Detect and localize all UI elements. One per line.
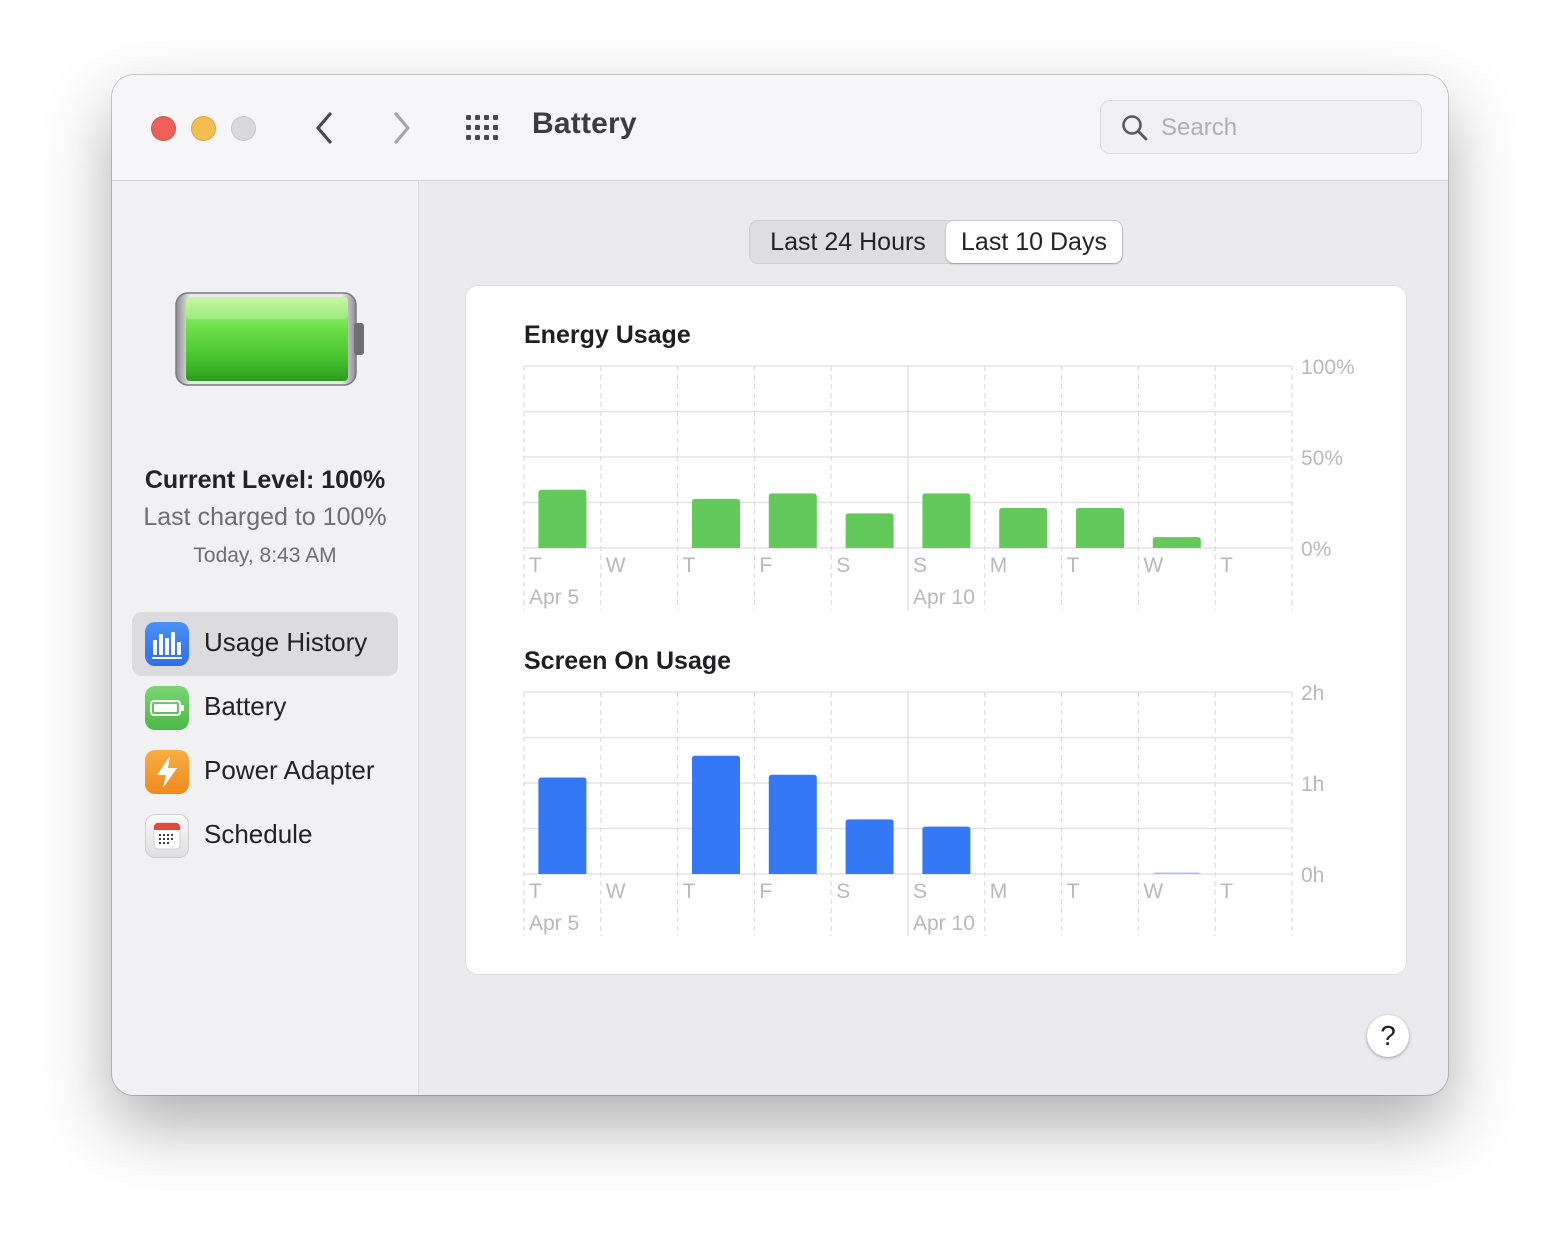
bar <box>845 819 894 874</box>
x-tick-label: T <box>529 880 542 903</box>
segment-last-24-hours[interactable]: Last 24 Hours <box>750 221 946 263</box>
x-tick-label: M <box>990 880 1008 903</box>
y-tick-label: 0h <box>1301 864 1324 887</box>
x-tick-label: W <box>1143 880 1163 903</box>
x-tick-label: S <box>836 554 850 577</box>
time-range-control: Last 24 Hours Last 10 Days <box>749 220 1123 264</box>
sidebar-item-usage-history[interactable]: Usage History <box>132 612 398 676</box>
x-tick-label: W <box>606 554 626 577</box>
x-tick-label: T <box>1220 554 1233 577</box>
x-tick-label: M <box>990 554 1008 577</box>
show-all-button[interactable] <box>464 113 504 143</box>
x-tick-label: W <box>1143 554 1163 577</box>
y-tick-label: 2h <box>1301 684 1324 705</box>
bar <box>692 755 740 874</box>
energy-usage-chart: 100% 50% 0% T Apr 5 W T F S S Apr 10 M T W T <box>523 358 1355 610</box>
search-icon <box>1122 115 1148 141</box>
window-title: Battery <box>532 107 637 140</box>
sidebar-item-label: Battery <box>204 691 287 721</box>
chevron-left-icon <box>316 112 332 144</box>
current-level: Current Level: 100% <box>144 466 386 494</box>
x-tick-label: S <box>913 554 927 577</box>
help-button[interactable]: ? <box>1367 1015 1409 1057</box>
date-label: Apr 5 <box>529 586 579 609</box>
sidebar-item-label: Schedule <box>204 819 313 849</box>
minimize-button[interactable] <box>191 116 216 141</box>
screen-on-usage-title: Screen On Usage <box>524 647 732 675</box>
back-button[interactable] <box>308 109 342 147</box>
x-tick-label: S <box>913 880 927 903</box>
bar <box>768 493 817 548</box>
x-tick-label: T <box>529 554 542 577</box>
grid-icon <box>466 115 498 140</box>
bar <box>1152 872 1201 876</box>
x-tick-label: T <box>1220 880 1233 903</box>
sidebar: Current Level: 100% Last charged to 100%… <box>112 181 419 1095</box>
bar <box>692 498 740 548</box>
sidebar-item-label: Usage History <box>204 627 368 657</box>
x-tick-label: F <box>759 554 772 577</box>
energy-usage-title: Energy Usage <box>524 321 691 349</box>
sidebar-item-battery[interactable]: Battery <box>132 676 398 740</box>
last-charged-time: Today, 8:43 AM <box>193 544 337 567</box>
forward-button[interactable] <box>384 109 418 147</box>
bar <box>922 493 971 548</box>
y-tick-label: 0% <box>1301 538 1331 561</box>
x-tick-label: T <box>683 880 696 903</box>
date-label: Apr 10 <box>913 912 975 935</box>
bar <box>999 507 1048 548</box>
zoom-button[interactable] <box>231 116 256 141</box>
x-tick-label: S <box>836 880 850 903</box>
bar <box>922 826 971 874</box>
x-tick-label: T <box>1067 554 1080 577</box>
screen-on-usage-chart: 2h 1h 0h T Apr 5 W T F S S Apr 10 M T W T <box>523 684 1324 936</box>
chevron-right-icon <box>394 112 410 144</box>
y-tick-label: 100% <box>1301 358 1355 379</box>
battery-level-icon <box>175 292 364 386</box>
power-adapter-icon <box>145 750 189 794</box>
battery-preferences-window: Battery Search Current Level: 100% Last … <box>112 75 1448 1095</box>
last-charged: Last charged to 100% <box>143 503 387 531</box>
usage-history-icon <box>145 622 189 666</box>
x-tick-label: W <box>606 880 626 903</box>
bar <box>1076 507 1124 548</box>
x-tick-label: T <box>1067 880 1080 903</box>
y-tick-label: 1h <box>1301 773 1324 796</box>
x-tick-label: T <box>683 554 696 577</box>
sidebar-item-label: Power Adapter <box>204 755 375 785</box>
bar <box>538 777 587 874</box>
segment-last-10-days[interactable]: Last 10 Days <box>946 221 1122 263</box>
sidebar-item-schedule[interactable]: Schedule <box>132 804 398 868</box>
title-bar: Battery <box>112 75 1448 181</box>
date-label: Apr 5 <box>529 912 579 935</box>
battery-icon <box>145 686 189 730</box>
sidebar-item-power-adapter[interactable]: Power Adapter <box>132 740 398 804</box>
search-field[interactable] <box>1100 100 1422 154</box>
bar <box>768 774 817 874</box>
search-input[interactable] <box>1159 109 1413 147</box>
y-tick-label: 50% <box>1301 447 1343 470</box>
close-button[interactable] <box>151 116 176 141</box>
bar <box>538 489 587 548</box>
bar <box>845 513 894 548</box>
bar <box>1152 537 1201 548</box>
calendar-icon <box>145 814 189 858</box>
usage-charts-card: Energy Usage 100% 50% 0% T Apr 5 W T F S S Apr 10 M… <box>466 286 1406 974</box>
x-tick-label: F <box>759 880 772 903</box>
date-label: Apr 10 <box>913 586 975 609</box>
